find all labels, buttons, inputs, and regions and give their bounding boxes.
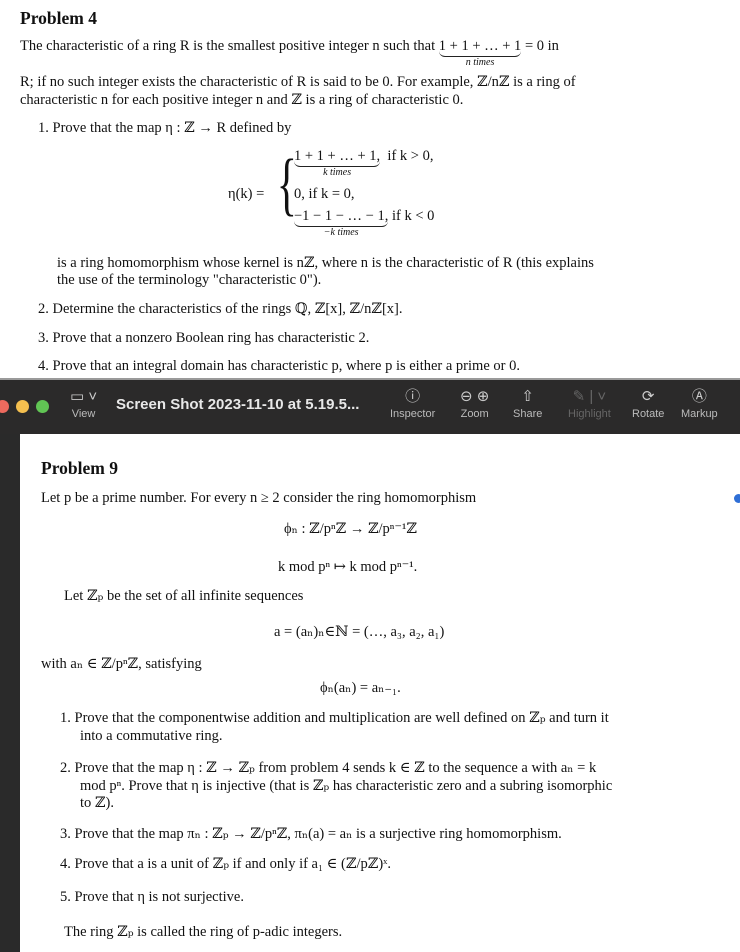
- view-button[interactable]: ▭ ˅ View: [70, 386, 97, 420]
- paragraph-line: Let p be a prime number. For every n ≥ 2…: [41, 490, 477, 506]
- list-item-1: 1. Prove that the componentwise addition…: [60, 710, 609, 726]
- list-item-3: 3. Prove that the map πₙ : ℤₚ → ℤ/pⁿℤ, π…: [60, 826, 562, 842]
- case-1: 1 + 1 + … + 1, k times if k > 0,: [294, 148, 434, 178]
- list-item-5: 5. Prove that η is not surjective.: [60, 889, 244, 905]
- problem-9-title: Problem 9: [41, 458, 118, 478]
- highlight-button[interactable]: ✎ | ˅ Highlight: [568, 386, 611, 420]
- paragraph-line: The characteristic of a ring R is the sm…: [20, 38, 559, 68]
- case-2: 0, if k = 0,: [294, 186, 355, 202]
- zoom-out-zoom-in-icon: ⊖ ⊕: [460, 388, 490, 405]
- share-button[interactable]: ⇧ Share: [513, 386, 542, 420]
- math-display: k mod pⁿ ↦ k mod pⁿ⁻¹.: [278, 559, 418, 575]
- list-item-3: 3. Prove that a nonzero Boolean ring has…: [38, 330, 370, 346]
- close-button[interactable]: [0, 400, 9, 413]
- paragraph-line: the use of the terminology "characterist…: [57, 272, 322, 288]
- rotate-icon: ⟳: [641, 388, 655, 405]
- paragraph-line: Let ℤₚ be the set of all infinite sequen…: [64, 588, 304, 604]
- paragraph-line: The ring ℤₚ is called the ring of p-adic…: [64, 924, 343, 940]
- underbrace-sum: 1 + 1 + … + 1n times: [438, 38, 522, 68]
- paragraph-line: into a commutative ring.: [80, 728, 223, 744]
- paragraph-line: with aₙ ∈ ℤ/pⁿℤ, satisfying: [41, 656, 202, 672]
- paragraph-line: characteristic n for each positive integ…: [20, 92, 464, 108]
- list-item-4: 4. Prove that an integral domain has cha…: [38, 358, 520, 374]
- case-3: −1 − 1 − … − 1, −k times if k < 0: [294, 208, 435, 238]
- problem-4-title: Problem 4: [20, 8, 97, 28]
- window-left-edge: [0, 434, 20, 952]
- problem-9-document: Problem 9 Let p be a prime number. For e…: [20, 434, 740, 952]
- share-icon: ⇧: [521, 388, 534, 405]
- paragraph-line: mod pⁿ. Prove that η is injective (that …: [80, 778, 613, 794]
- math-display: ϕₙ(aₙ) = aₙ₋₁.: [320, 680, 401, 696]
- info-icon: ⓘ: [405, 388, 421, 405]
- markup-button[interactable]: Ⓐ Markup: [681, 386, 718, 420]
- paragraph-line: R; if no such integer exists the charact…: [20, 74, 576, 90]
- preview-toolbar: ▭ ˅ View Screen Shot 2023-11-10 at 5.19.5…: [0, 378, 740, 434]
- sidebar-icon: ▭ ˅: [70, 388, 98, 405]
- problem-4-document: Problem 4 The characteristic of a ring R…: [0, 0, 740, 378]
- scroll-indicator-dot: [734, 494, 740, 503]
- list-item-1: 1. Prove that the map η : ℤ → R defined …: [38, 120, 292, 136]
- paragraph-line: is a ring homomorphism whose kernel is n…: [57, 255, 594, 271]
- list-item-2: 2. Determine the characteristics of the …: [38, 301, 403, 317]
- list-item-4: 4. Prove that a is a unit of ℤₚ if and o…: [60, 856, 391, 872]
- rotate-button[interactable]: ⟳ Rotate: [632, 386, 664, 420]
- eta-label: η(k) =: [228, 186, 265, 202]
- math-display: ϕₙ : ℤ/pⁿℤ → ℤ/pⁿ⁻¹ℤ: [284, 521, 417, 537]
- math-display: a = (aₙ)ₙ∈ℕ = (…, a₃, a₂, a₁): [274, 624, 445, 640]
- minimize-button[interactable]: [16, 400, 29, 413]
- inspector-button[interactable]: ⓘ Inspector: [390, 386, 435, 420]
- window-title: Screen Shot 2023-11-10 at 5.19.5...: [116, 396, 360, 413]
- list-item-2: 2. Prove that the map η : ℤ → ℤₚ from pr…: [60, 760, 597, 776]
- zoom-button[interactable]: ⊖ ⊕ Zoom: [460, 386, 489, 420]
- maximize-button[interactable]: [36, 400, 49, 413]
- paragraph-line: to ℤ).: [80, 795, 114, 811]
- pen-icon: ✎ | ˅: [572, 388, 607, 405]
- markup-icon: Ⓐ: [691, 388, 707, 405]
